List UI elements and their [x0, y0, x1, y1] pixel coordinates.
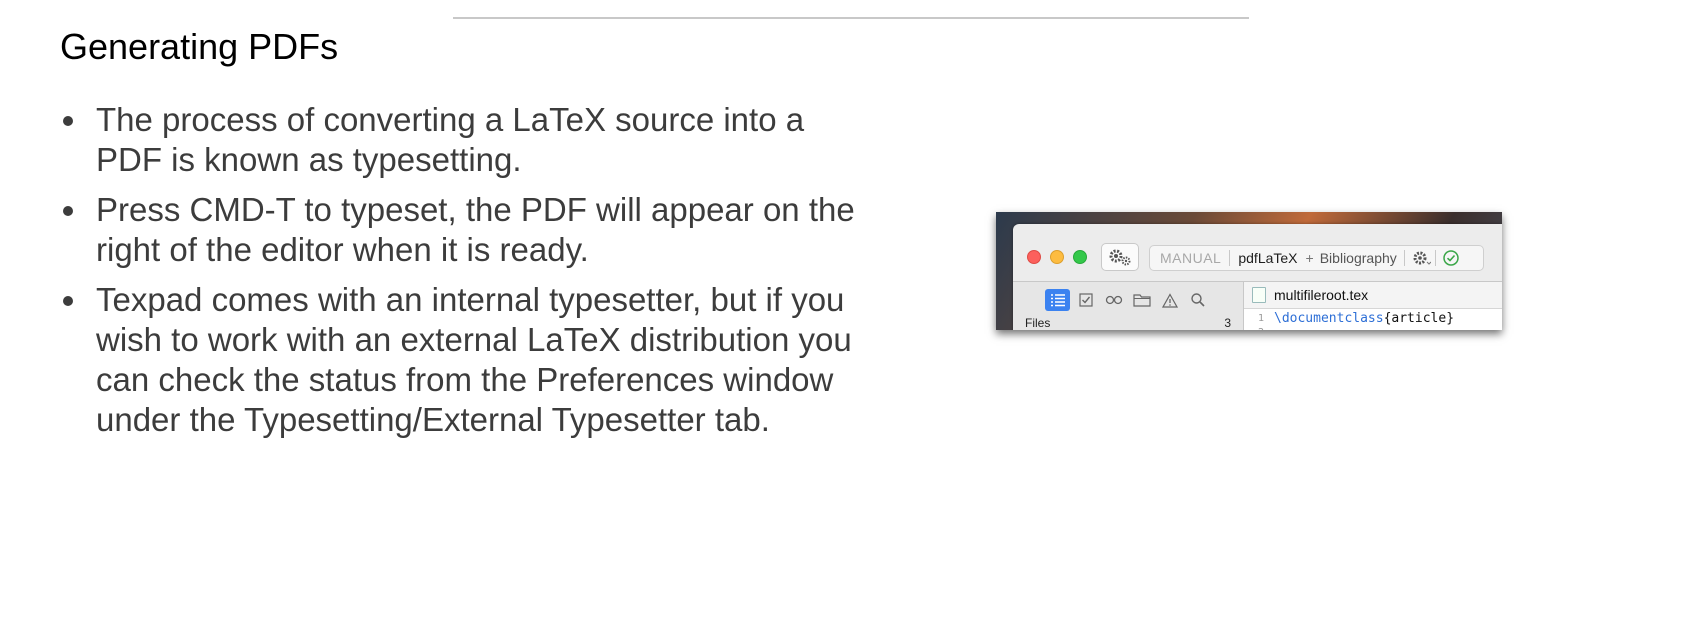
options-gear-button[interactable]: [1405, 249, 1435, 267]
bullet-text: The process of converting a LaTeX source…: [96, 101, 805, 178]
editor-file-tab[interactable]: multifileroot.tex: [1244, 282, 1502, 309]
close-window-button[interactable]: [1027, 250, 1041, 264]
tab-todos[interactable]: [1073, 289, 1098, 311]
typeset-status-bar[interactable]: MANUAL pdfLaTeX + Bibliography: [1149, 245, 1484, 271]
bullet-dot: [63, 206, 73, 216]
tab-references[interactable]: [1101, 289, 1126, 311]
files-section-header[interactable]: Files 3: [1025, 316, 1231, 330]
gears-icon: [1109, 249, 1131, 266]
code-line[interactable]: 1 \documentclass {article}: [1244, 309, 1502, 327]
typeset-mode-label[interactable]: MANUAL: [1150, 250, 1229, 266]
tex-file-icon: [1252, 287, 1266, 303]
typeset-success-indicator[interactable]: [1436, 249, 1462, 267]
check-circle-icon: [1443, 250, 1459, 266]
minimize-window-button[interactable]: [1050, 250, 1064, 264]
gear-icon: [1413, 251, 1431, 265]
outline-list-icon: [1050, 294, 1065, 307]
files-label: Files: [1025, 316, 1051, 330]
bullet-text: Press CMD-T to typeset, the PDF will app…: [96, 191, 855, 268]
top-divider: [453, 17, 1249, 19]
search-icon: [1190, 293, 1205, 307]
editor-pane[interactable]: multifileroot.tex 1 \documentclass {arti…: [1244, 282, 1502, 330]
zoom-window-button[interactable]: [1073, 250, 1087, 264]
typeset-engine-label[interactable]: pdfLaTeX: [1230, 250, 1301, 266]
checkbox-icon: [1078, 293, 1093, 307]
bullet-item: The process of converting a LaTeX source…: [60, 100, 860, 180]
texpad-window: MANUAL pdfLaTeX + Bibliography Files 3 m…: [1013, 224, 1502, 330]
bullet-dot: [63, 296, 73, 306]
file-name: multifileroot.tex: [1274, 287, 1369, 303]
folder-icon: [1132, 294, 1151, 307]
warning-icon: [1161, 292, 1178, 308]
plus-symbol: +: [1305, 250, 1314, 266]
bullet-item: Press CMD-T to typeset, the PDF will app…: [60, 190, 860, 270]
line-number: 2: [1244, 327, 1264, 330]
typeset-settings-button[interactable]: [1101, 243, 1139, 271]
page-title: Generating PDFs: [60, 26, 339, 67]
line-number: 1: [1257, 312, 1264, 324]
tab-files[interactable]: [1129, 289, 1154, 311]
tab-outline[interactable]: [1045, 289, 1070, 311]
tab-search[interactable]: [1185, 289, 1210, 311]
texpad-screenshot: MANUAL pdfLaTeX + Bibliography Files 3 m…: [996, 212, 1502, 330]
bullet-dot: [63, 116, 73, 126]
sidebar-tab-bar: [1045, 289, 1210, 311]
bullet-list: The process of converting a LaTeX source…: [60, 100, 860, 450]
bibliography-label[interactable]: Bibliography: [1318, 250, 1404, 266]
infinity-icon: [1105, 295, 1122, 305]
latex-command: \documentclass: [1274, 310, 1384, 326]
latex-argument: {article}: [1383, 310, 1455, 326]
tab-issues[interactable]: [1157, 289, 1182, 311]
bullet-item: Texpad comes with an internal typesetter…: [60, 280, 860, 440]
files-count: 3: [1224, 316, 1231, 330]
bullet-text: Texpad comes with an internal typesetter…: [96, 281, 852, 438]
sidebar: Files 3: [1013, 282, 1244, 330]
